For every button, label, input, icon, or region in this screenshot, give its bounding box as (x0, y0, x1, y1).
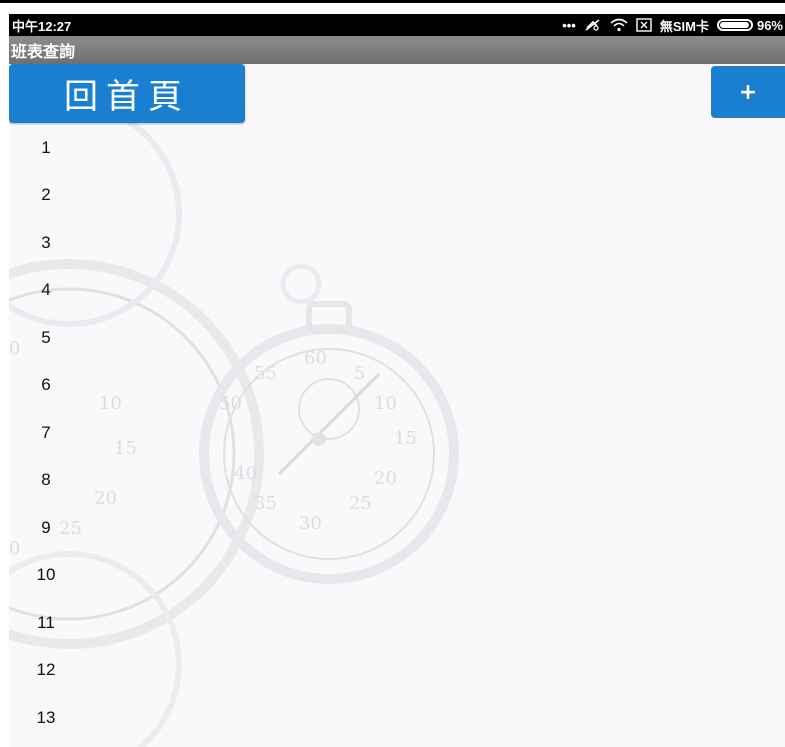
no-sim-icon (636, 18, 652, 32)
battery-icon (716, 19, 753, 31)
list-item[interactable]: 12 (9, 647, 785, 695)
list-item[interactable]: 6 (9, 362, 785, 410)
list-item-number: 8 (41, 470, 51, 490)
list-item[interactable]: 3 (9, 219, 785, 267)
home-button[interactable]: 回首頁 (9, 64, 245, 123)
wifi-icon (610, 18, 628, 32)
list-item-number: 1 (41, 137, 51, 157)
list-item-number: 12 (36, 660, 56, 680)
list-item[interactable]: 1 (9, 124, 785, 172)
app-title-bar: 班表查詢 (9, 36, 785, 64)
main-content[interactable]: 60 5 10 15 20 25 30 35 40 50 55 10 15 20… (9, 64, 785, 747)
list-item-number: 9 (41, 517, 51, 537)
list-item[interactable]: 11 (9, 599, 785, 647)
list-item-number: 6 (41, 375, 51, 395)
status-icons: ••• 無SIM卡 96% (562, 16, 785, 35)
battery-percent: 96% (756, 17, 783, 33)
list-item[interactable]: 7 (9, 409, 785, 457)
add-button[interactable]: + (711, 66, 785, 118)
mute-icon (584, 18, 602, 32)
status-bar: 中午12:27 ••• 無SIM卡 96% (9, 14, 785, 36)
list-item-number: 4 (41, 280, 51, 300)
top-divider (0, 0, 785, 3)
list-item[interactable]: 5 (9, 314, 785, 362)
screen: 中午12:27 ••• 無SIM卡 96% 班表查詢 60 5 10 15 20… (0, 0, 785, 747)
list-item[interactable]: 4 (9, 267, 785, 315)
list-item[interactable]: 13 (9, 694, 785, 742)
battery-indicator: 96% (716, 17, 783, 33)
sim-status: 無SIM卡 (659, 18, 709, 34)
list-item-number: 2 (41, 185, 51, 205)
list-item-number: 3 (41, 232, 51, 252)
list-item-number: 5 (41, 327, 51, 347)
list-item[interactable]: 10 (9, 552, 785, 600)
list-item-number: 11 (37, 612, 55, 632)
status-time: 中午12:27 (12, 18, 72, 34)
list-item-number: 13 (36, 707, 56, 727)
list-item[interactable]: 8 (9, 457, 785, 505)
page-title: 班表查詢 (11, 42, 76, 61)
list-item-number: 10 (36, 565, 56, 585)
list-item-number: 7 (41, 422, 51, 442)
more-dots-icon: ••• (562, 17, 576, 33)
schedule-list: 1 2 3 4 5 6 7 8 9 10 11 12 13 (9, 124, 785, 742)
list-item[interactable]: 2 (9, 172, 785, 220)
list-item[interactable]: 9 (9, 504, 785, 552)
